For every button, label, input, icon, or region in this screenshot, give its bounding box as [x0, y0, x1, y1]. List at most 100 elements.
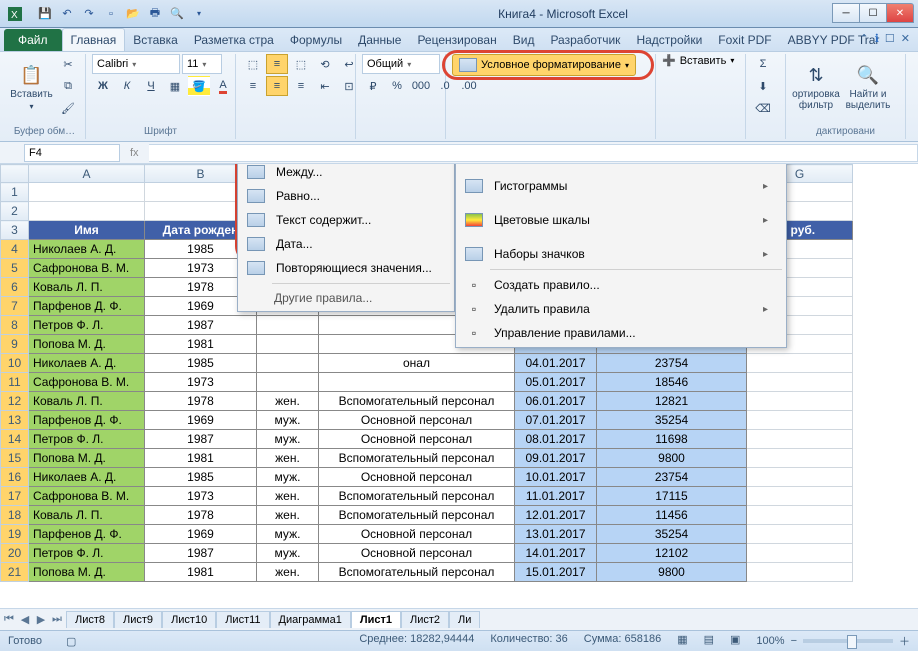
cell-sex[interactable]: жен. — [257, 506, 319, 525]
cell[interactable] — [747, 563, 853, 582]
rule-duplicate[interactable]: Повторяющиеся значения... — [240, 256, 452, 280]
cell-date[interactable]: 06.01.2017 — [515, 392, 597, 411]
file-tab[interactable]: Файл — [4, 29, 62, 51]
indent-dec-icon[interactable]: ⇤ — [314, 76, 336, 96]
cell-year[interactable]: 1987 — [145, 430, 257, 449]
worksheet-grid[interactable]: ABCDEFG123ИмяДата рожден, руб.4Николаев … — [0, 164, 918, 608]
cell-year[interactable]: 1973 — [145, 373, 257, 392]
sheet-tab[interactable]: Ли — [449, 611, 480, 628]
row-header[interactable]: 8 — [1, 316, 29, 335]
sheet-tab[interactable]: Лист8 — [66, 611, 114, 628]
cell-sex[interactable] — [257, 316, 319, 335]
ribbon-minimize-icon[interactable]: ⌃ — [860, 32, 869, 45]
cell-name[interactable]: Коваль Л. П. — [29, 278, 145, 297]
sort-filter-button[interactable]: ⇅ортировка фильтр — [792, 54, 840, 120]
cell-name[interactable]: Попова М. Д. — [29, 449, 145, 468]
cell-year[interactable]: 1987 — [145, 544, 257, 563]
cell-name[interactable]: Сафронова В. М. — [29, 259, 145, 278]
cell-salary[interactable]: 35254 — [597, 525, 747, 544]
cell-sex[interactable]: муж. — [257, 430, 319, 449]
cell-dept[interactable]: Вспомогательный персонал — [319, 506, 515, 525]
mdi-close-icon[interactable]: ✕ — [901, 32, 910, 45]
cell-salary[interactable]: 9800 — [597, 563, 747, 582]
tab-home[interactable]: Главная — [62, 28, 126, 51]
cell-name[interactable]: Парфенов Д. Ф. — [29, 297, 145, 316]
cell-sex[interactable]: муж. — [257, 544, 319, 563]
cell[interactable] — [29, 202, 145, 221]
row-header[interactable]: 20 — [1, 544, 29, 563]
cell-dept[interactable]: Основной персонал — [319, 411, 515, 430]
align-right-icon[interactable]: ≡ — [290, 76, 312, 96]
cell[interactable] — [747, 354, 853, 373]
row-header[interactable]: 17 — [1, 487, 29, 506]
tab-developer[interactable]: Разработчик — [542, 29, 628, 51]
row-header[interactable]: 14 — [1, 430, 29, 449]
help-icon[interactable]: ℹ — [875, 32, 879, 45]
cell-dept[interactable] — [319, 373, 515, 392]
cell-dept[interactable]: Основной персонал — [319, 468, 515, 487]
rule-text-contains[interactable]: Текст содержит... — [240, 208, 452, 232]
cell-year[interactable]: 1981 — [145, 449, 257, 468]
view-layout-icon[interactable]: ▤ — [704, 633, 714, 649]
cell-name[interactable]: Николаев А. Д. — [29, 468, 145, 487]
cell-dept[interactable]: Основной персонал — [319, 525, 515, 544]
mdi-restore-icon[interactable]: ☐ — [885, 32, 895, 45]
quickprint-icon[interactable]: 🖶 — [146, 5, 164, 23]
tab-view[interactable]: Вид — [505, 29, 543, 51]
cell-name[interactable]: Коваль Л. П. — [29, 392, 145, 411]
row-header[interactable]: 11 — [1, 373, 29, 392]
cell[interactable] — [747, 449, 853, 468]
cell-salary[interactable]: 18546 — [597, 373, 747, 392]
cut-icon[interactable]: ✂ — [57, 54, 79, 74]
row-header[interactable]: 3 — [1, 221, 29, 240]
font-color-button[interactable]: A — [212, 76, 234, 96]
cell-year[interactable]: 1987 — [145, 316, 257, 335]
cell-salary[interactable]: 23754 — [597, 354, 747, 373]
cell[interactable] — [747, 525, 853, 544]
cell-date[interactable]: 10.01.2017 — [515, 468, 597, 487]
row-header[interactable]: 12 — [1, 392, 29, 411]
border-button[interactable]: ▦ — [164, 76, 186, 96]
cell-date[interactable]: 04.01.2017 — [515, 354, 597, 373]
close-button[interactable]: ✕ — [886, 3, 914, 23]
rule-between[interactable]: Между... — [240, 164, 452, 184]
sheet-tab[interactable]: Лист11 — [216, 611, 269, 628]
cell-salary[interactable]: 12102 — [597, 544, 747, 563]
cell-name[interactable]: Петров Ф. Л. — [29, 544, 145, 563]
cell-date[interactable]: 12.01.2017 — [515, 506, 597, 525]
cell-sex[interactable]: муж. — [257, 468, 319, 487]
cell-sex[interactable] — [257, 335, 319, 354]
cf-color-scales[interactable]: Цветовые шкалы▸ — [458, 208, 784, 232]
cell-name[interactable]: Петров Ф. Л. — [29, 430, 145, 449]
cell-dept[interactable]: онал — [319, 354, 515, 373]
cf-icon-sets[interactable]: Наборы значков▸ — [458, 242, 784, 266]
cell-dept[interactable]: Основной персонал — [319, 544, 515, 563]
sheet-tab[interactable]: Лист10 — [162, 611, 216, 628]
number-format-combo[interactable]: Общий▾ — [362, 54, 440, 74]
select-all-corner[interactable] — [1, 165, 29, 183]
cell-year[interactable]: 1981 — [145, 563, 257, 582]
cell-dept[interactable]: Вспомогательный персонал — [319, 449, 515, 468]
find-select-button[interactable]: 🔍Найти и выделить — [844, 54, 892, 120]
cell-salary[interactable]: 12821 — [597, 392, 747, 411]
qat-more-icon[interactable]: ▾ — [190, 5, 208, 23]
cell[interactable] — [747, 544, 853, 563]
view-normal-icon[interactable]: ▦ — [677, 633, 687, 649]
cell-dept[interactable]: Вспомогательный персонал — [319, 563, 515, 582]
tab-formulas[interactable]: Формулы — [282, 29, 350, 51]
open-icon[interactable]: 📂 — [124, 5, 142, 23]
cell-date[interactable]: 09.01.2017 — [515, 449, 597, 468]
cell-name[interactable]: Николаев А. Д. — [29, 240, 145, 259]
cell-date[interactable]: 15.01.2017 — [515, 563, 597, 582]
align-middle-icon[interactable]: ≡ — [266, 54, 288, 74]
tab-pagelayout[interactable]: Разметка стра — [186, 29, 282, 51]
align-left-icon[interactable]: ≡ — [242, 76, 264, 96]
cf-data-bars[interactable]: Гистограммы▸ — [458, 174, 784, 198]
cell-name[interactable]: Сафронова В. М. — [29, 487, 145, 506]
align-bottom-icon[interactable]: ⬚ — [290, 54, 312, 74]
conditional-formatting-button[interactable]: Условное форматирование ▾ — [452, 54, 636, 76]
cell-year[interactable]: 1985 — [145, 354, 257, 373]
cell-year[interactable]: 1981 — [145, 335, 257, 354]
col-header-A[interactable]: A — [29, 165, 145, 183]
insert-cells-button[interactable]: ➕Вставить▾ — [662, 54, 734, 67]
